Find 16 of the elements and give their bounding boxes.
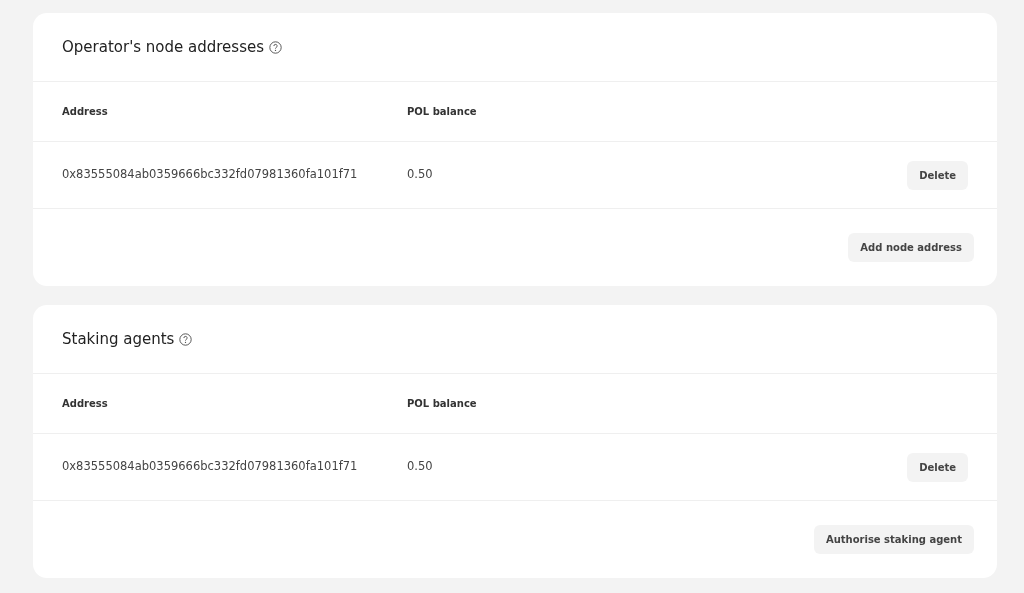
help-icon[interactable] (179, 332, 193, 346)
column-header: Address (62, 398, 108, 409)
action-button[interactable]: Authorise staking agent (813, 525, 974, 554)
column-header: POL balance (407, 398, 477, 409)
column-header: Address (62, 106, 108, 117)
address-text: 0x83555084ab0359666bc332fd07981360fa101f71 (62, 167, 358, 182)
balance-text: 0.50 (407, 459, 433, 474)
action-button[interactable]: Add node address (848, 233, 974, 262)
section-title: Staking agents (62, 328, 175, 350)
balance-text: 0.50 (407, 167, 433, 182)
help-icon[interactable] (269, 40, 283, 54)
section-title: Operator's node addresses (62, 36, 265, 58)
delete-button[interactable]: Delete (907, 160, 968, 190)
column-header: POL balance (407, 106, 477, 117)
address-text: 0x83555084ab0359666bc332fd07981360fa101f71 (62, 459, 358, 474)
delete-button[interactable]: Delete (907, 452, 968, 482)
